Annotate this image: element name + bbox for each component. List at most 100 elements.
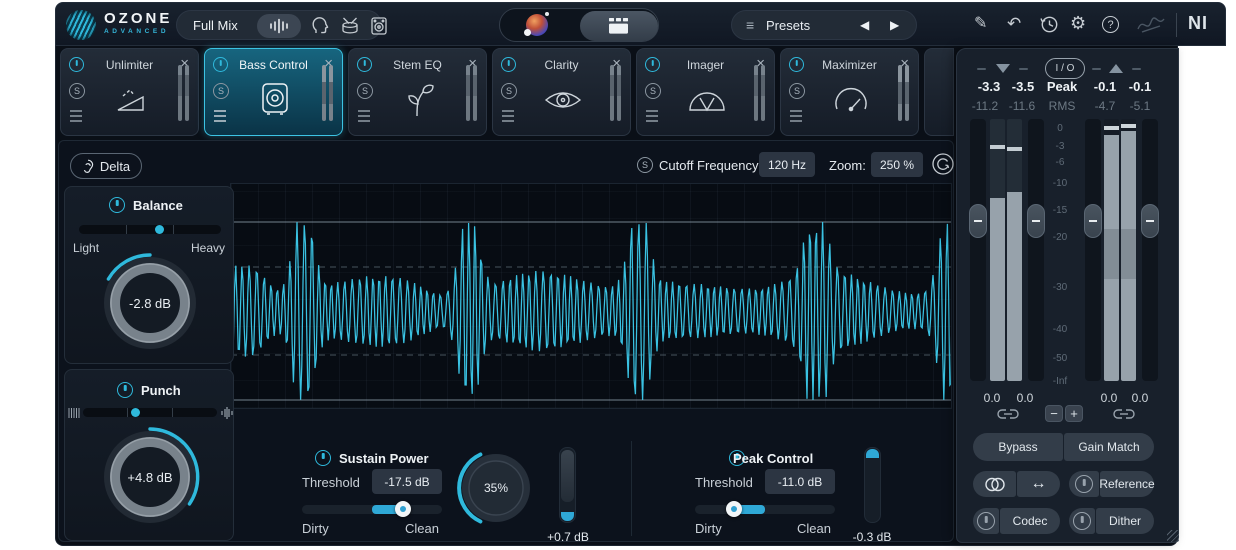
output-fader-track-l[interactable] [1085,119,1101,381]
menu-icon[interactable] [501,109,517,123]
module-meter [473,65,477,121]
solo-icon[interactable]: S [501,83,517,99]
presets-label[interactable]: Presets [766,18,810,33]
sustain-power-icon[interactable] [315,450,331,466]
divider [1176,13,1177,37]
edit-pencil-icon[interactable]: ✎ [974,16,987,32]
codec-button[interactable]: Codec [1000,508,1060,534]
scale-30: -30 [1052,282,1068,293]
dither-button[interactable]: Dither [1096,508,1154,534]
reference-button[interactable]: Reference [1099,471,1155,497]
menu-icon[interactable] [645,109,661,123]
module-card-clarity[interactable]: Clarity × S [492,48,631,136]
ear-icon [83,159,94,173]
input-fader-track-l[interactable] [970,119,986,381]
reset-zoom-icon[interactable] [931,152,955,181]
punch-slider[interactable] [83,408,217,417]
balance-card: Balance Light Heavy -2.8 dB [64,186,234,364]
target-selector: Full Mix [176,10,387,41]
scale-10: -10 [1052,178,1068,189]
gain-minus-button[interactable]: − [1045,405,1063,422]
settings-gear-icon[interactable]: ⚙ [1070,14,1086,32]
zoom-value[interactable]: 250 % [871,152,923,177]
output-fader-track-r[interactable] [1142,119,1158,381]
balance-title: Balance [133,198,183,213]
stereo-button[interactable] [973,471,1016,497]
output-fader-handle-l[interactable] [1084,204,1102,238]
balance-slider[interactable] [79,225,221,234]
delta-button[interactable]: Delta [70,153,142,179]
swap-channels-button[interactable]: ↔ [1017,471,1060,497]
solo-icon[interactable]: S [645,83,661,99]
module-card-imager[interactable]: Imager × S [636,48,775,136]
scale-0: 0 [1057,123,1063,134]
sustain-dirty-clean-slider[interactable] [302,501,442,517]
output-fader-handle-r[interactable] [1141,204,1159,238]
help-icon[interactable]: ? [1102,16,1119,33]
power-icon [977,512,995,530]
peak-threshold-label: Threshold [695,475,753,490]
target-amp-button[interactable] [370,16,388,41]
punch-power-icon[interactable] [117,382,133,398]
target-vocal-button[interactable] [311,16,330,41]
signature-icon[interactable] [1136,15,1166,40]
module-meter [898,65,902,121]
module-card-maximizer[interactable]: Maximizer × S [780,48,919,136]
solo-icon[interactable]: S [789,83,805,99]
output-link-icon[interactable] [1112,407,1136,425]
detail-view-button[interactable] [580,11,658,41]
undo-icon[interactable]: ↶ [1007,15,1021,32]
codec-power-button[interactable] [973,508,999,534]
peak-slider-handle[interactable] [726,501,742,517]
history-icon[interactable] [1040,15,1059,39]
punch-slider-handle[interactable] [131,408,140,417]
solo-icon[interactable]: S [357,83,373,99]
menu-icon[interactable] [69,109,85,123]
solo-icon[interactable]: S [69,83,85,99]
menu-icon[interactable] [213,109,229,123]
cutoff-value[interactable]: 120 Hz [759,152,815,177]
cutoff-label: Cutoff Frequency: [659,158,763,173]
module-meter [185,65,189,121]
assistant-sphere-icon[interactable] [524,12,549,36]
module-card-stem-eq[interactable]: Stem EQ × S [348,48,487,136]
slider-tick [172,408,173,417]
output-expand-icon[interactable] [1109,64,1123,73]
unlimiter-icon [117,88,144,111]
solo-icon[interactable]: S [213,83,229,99]
input-link-icon[interactable] [996,407,1020,425]
peak-threshold-value[interactable]: -11.0 dB [765,469,835,494]
sustain-threshold-value[interactable]: -17.5 dB [372,469,442,494]
sustain-slider-handle[interactable] [395,501,411,517]
dither-power-button[interactable] [1069,508,1095,534]
amp-cab-icon [371,17,387,35]
scale-50: -50 [1052,353,1068,364]
meter-fill [990,198,1005,381]
menu-icon[interactable] [789,109,805,123]
dash [1092,68,1101,70]
gain-plus-button[interactable]: + [1065,405,1083,422]
gain-match-button[interactable]: Gain Match [1064,433,1154,461]
reference-power-button[interactable] [1069,471,1099,497]
input-fader-handle-l[interactable] [969,204,987,238]
scale-inf: -Inf [1052,376,1068,387]
module-card-bass-control[interactable]: Bass Control × S [204,48,343,136]
presets-bar: ≡ Presets ◀ ▶ [731,10,917,40]
bypass-button[interactable]: Bypass [973,433,1063,461]
peak-hold [990,145,1005,149]
io-button[interactable]: I / O [1045,58,1085,79]
module-card-unlimiter[interactable]: Unlimiter × S [60,48,199,136]
menu-icon[interactable] [357,109,373,123]
target-drums-button[interactable] [340,17,360,40]
preset-next-button[interactable]: ▶ [890,19,899,31]
peak-dirty-clean-slider[interactable] [695,501,835,517]
input-collapse-icon[interactable] [996,64,1010,73]
rms-label: RMS [1048,99,1076,113]
resize-handle[interactable] [1167,530,1179,542]
balance-power-icon[interactable] [109,197,125,213]
tight-icon [68,408,80,418]
cutoff-solo-icon[interactable]: S [637,157,653,173]
preset-prev-button[interactable]: ◀ [860,19,869,31]
balance-slider-handle[interactable] [155,225,164,234]
target-fullmix-button[interactable] [257,14,301,38]
